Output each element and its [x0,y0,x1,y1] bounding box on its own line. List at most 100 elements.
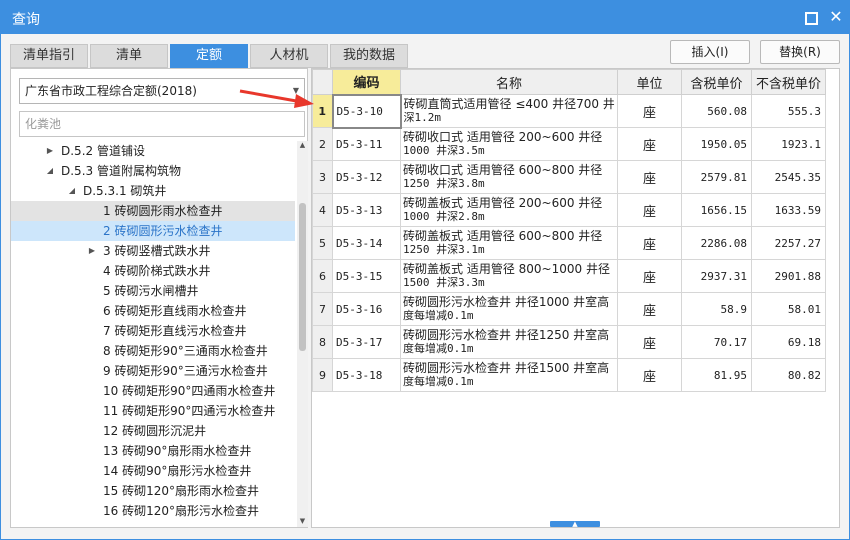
tree-item[interactable]: 4 砖砌阶梯式跌水井 [11,261,295,281]
row-number[interactable]: 8 [312,325,333,359]
tree-item[interactable]: 2 砖砌圆形污水检查井 [11,221,295,241]
tab-bill-guide[interactable]: 清单指引 [10,44,88,68]
col-header-name[interactable]: 名称 [400,69,618,95]
cell-notax-price[interactable]: 2257.27 [751,226,826,260]
cell-name[interactable]: 砖砌圆形污水检查井 井径1000 井室高 度每增减0.1m [400,292,618,326]
table-row[interactable]: 5 D5-3-14 砖砌盖板式 适用管径 600~800 井径 1250 井深3.1m… [312,226,826,260]
cell-unit[interactable]: 座 [617,193,682,227]
tree-item[interactable]: ◢ D.5.3.1 砌筑井 [11,181,295,201]
cell-code[interactable]: D5-3-11 [332,127,401,161]
col-header-code[interactable]: 编码 [332,69,401,95]
tree-item[interactable]: 10 砖砌矩形90°四通雨水检查井 [11,381,295,401]
cell-unit[interactable]: 座 [617,325,682,359]
tab-bill[interactable]: 清单 [90,44,168,68]
cell-unit[interactable]: 座 [617,259,682,293]
cell-code[interactable]: D5-3-13 [332,193,401,227]
cell-name[interactable]: 砖砌盖板式 适用管径 600~800 井径 1250 井深3.1m [400,226,618,260]
table-row[interactable]: 1 D5-3-10 砖砌直筒式适用管径 ≤400 井径700 井深1.2m 座 560.… [312,93,826,129]
tab-my-data[interactable]: 我的数据 [330,44,408,68]
row-number[interactable]: 4 [312,193,333,227]
cell-notax-price[interactable]: 1633.59 [751,193,826,227]
cell-unit[interactable]: 座 [617,292,682,326]
cell-notax-price[interactable]: 2901.88 [751,259,826,293]
cell-code[interactable]: D5-3-17 [332,325,401,359]
row-number[interactable]: 5 [312,226,333,260]
tree-item[interactable]: 9 砖砌矩形90°三通污水检查井 [11,361,295,381]
table-row[interactable]: 8 D5-3-17 砖砌圆形污水检查井 井径1250 井室高 度每增减0.1m 座 70.… [312,325,826,359]
collapse-arrow-icon[interactable]: ◢ [67,181,77,201]
cell-name[interactable]: 砖砌盖板式 适用管径 200~600 井径 1000 井深2.8m [400,193,618,227]
cell-notax-price[interactable]: 2545.35 [751,160,826,194]
tree-scrollbar[interactable]: ▲ ▼ [297,141,308,527]
cell-code[interactable]: D5-3-12 [332,160,401,194]
cell-tax-price[interactable]: 1656.15 [681,193,752,227]
cell-unit[interactable]: 座 [617,358,682,392]
cell-notax-price[interactable]: 555.3 [751,94,826,128]
tree-item[interactable]: 14 砖砌90°扇形污水检查井 [11,461,295,481]
tree-item[interactable]: 7 砖砌矩形直线污水检查井 [11,321,295,341]
cell-name[interactable]: 砖砌圆形污水检查井 井径1500 井室高 度每增减0.1m [400,358,618,392]
cell-notax-price[interactable]: 80.82 [751,358,826,392]
tree-item[interactable]: 5 砖砌污水闸槽井 [11,281,295,301]
search-input[interactable] [19,111,305,137]
cell-tax-price[interactable]: 58.9 [681,292,752,326]
tree-item[interactable]: 11 砖砌矩形90°四通污水检查井 [11,401,295,421]
collapse-arrow-icon[interactable]: ◢ [45,161,55,181]
tree-item[interactable]: ▶ D.5.2 管道铺设 [11,141,295,161]
cell-name[interactable]: 砖砌盖板式 适用管径 800~1000 井径 1500 井深3.3m [400,259,618,293]
tab-quota[interactable]: 定额 [170,44,248,68]
table-row[interactable]: 3 D5-3-12 砖砌收口式 适用管径 600~800 井径 1250 井深3.8m… [312,160,826,194]
cell-unit[interactable]: 座 [617,94,682,128]
cell-name[interactable]: 砖砌圆形污水检查井 井径1250 井室高 度每增减0.1m [400,325,618,359]
cell-tax-price[interactable]: 1950.05 [681,127,752,161]
cell-tax-price[interactable]: 2579.81 [681,160,752,194]
table-row[interactable]: 6 D5-3-15 砖砌盖板式 适用管径 800~1000 井径 1500 井深3.3… [312,259,826,293]
scroll-up-icon[interactable]: ▲ [298,141,307,151]
table-row[interactable]: 7 D5-3-16 砖砌圆形污水检查井 井径1000 井室高 度每增减0.1m 座 58.… [312,292,826,326]
cell-name[interactable]: 砖砌收口式 适用管径 600~800 井径 1250 井深3.8m [400,160,618,194]
cell-code[interactable]: D5-3-18 [332,358,401,392]
row-number[interactable]: 7 [312,292,333,326]
row-number[interactable]: 2 [312,127,333,161]
cell-notax-price[interactable]: 1923.1 [751,127,826,161]
cell-notax-price[interactable]: 58.01 [751,292,826,326]
cell-code[interactable]: D5-3-16 [332,292,401,326]
tree-item[interactable]: 15 砖砌120°扇形雨水检查井 [11,481,295,501]
cell-unit[interactable]: 座 [617,160,682,194]
scroll-down-icon[interactable]: ▼ [298,517,307,527]
tree-item[interactable]: 12 砖砌圆形沉泥井 [11,421,295,441]
table-row[interactable]: 2 D5-3-11 砖砌收口式 适用管径 200~600 井径 1000 井深3.5m… [312,127,826,161]
cell-tax-price[interactable]: 81.95 [681,358,752,392]
cell-name[interactable]: 砖砌收口式 适用管径 200~600 井径 1000 井深3.5m [400,127,618,161]
cell-tax-price[interactable]: 560.08 [681,94,752,128]
splitter-grip-icon[interactable]: ▲ [550,521,600,527]
tree-item[interactable]: ▶ 3 砖砌竖槽式跌水井 [11,241,295,261]
tree-item[interactable]: ◢ D.5.3 管道附属构筑物 [11,161,295,181]
replace-button[interactable]: 替换(R) [760,40,840,64]
row-number[interactable]: 3 [312,160,333,194]
expand-arrow-icon[interactable]: ▶ [87,241,97,261]
cell-tax-price[interactable]: 70.17 [681,325,752,359]
restore-icon[interactable] [800,7,820,27]
row-number[interactable]: 9 [312,358,333,392]
insert-button[interactable]: 插入(I) [670,40,750,64]
cell-tax-price[interactable]: 2937.31 [681,259,752,293]
close-icon[interactable]: ✕ [826,7,846,27]
expand-arrow-icon[interactable]: ▶ [45,141,55,161]
tree-item[interactable]: 16 砖砌120°扇形污水检查井 [11,501,295,521]
scroll-thumb[interactable] [299,203,306,351]
cell-code[interactable]: D5-3-10 [331,93,402,129]
tree-item[interactable]: 1 砖砌圆形雨水检查井 [11,201,295,221]
col-header-unit[interactable]: 单位 [617,69,682,95]
cell-code[interactable]: D5-3-15 [332,259,401,293]
cell-notax-price[interactable]: 69.18 [751,325,826,359]
tree-item[interactable]: 6 砖砌矩形直线雨水检查井 [11,301,295,321]
col-header-tax-price[interactable]: 含税单价 [681,69,752,95]
table-row[interactable]: 9 D5-3-18 砖砌圆形污水检查井 井径1500 井室高 度每增减0.1m 座 81.… [312,358,826,392]
tab-labor-material[interactable]: 人材机 [250,44,328,68]
tree-item[interactable]: 8 砖砌矩形90°三通雨水检查井 [11,341,295,361]
cell-tax-price[interactable]: 2286.08 [681,226,752,260]
tree-item[interactable]: 13 砖砌90°扇形雨水检查井 [11,441,295,461]
table-row[interactable]: 4 D5-3-13 砖砌盖板式 适用管径 200~600 井径 1000 井深2.8m… [312,193,826,227]
col-header-notax-price[interactable]: 不含税单价 [751,69,826,95]
